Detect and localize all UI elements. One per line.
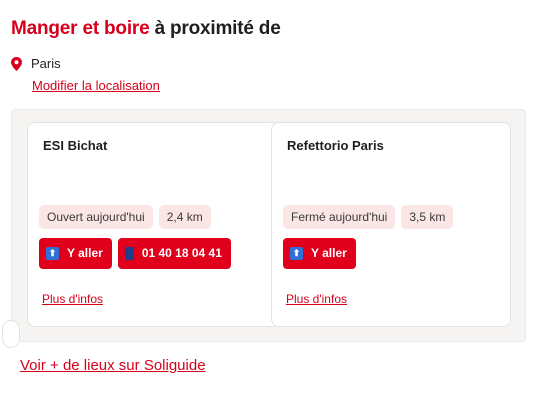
carousel-prev-button[interactable] — [2, 320, 20, 348]
phone-button-label: 01 40 18 04 41 — [141, 246, 222, 260]
map-pin-icon — [11, 56, 22, 71]
arrow-up-icon: ⬆ — [290, 247, 303, 260]
phone-icon — [124, 247, 134, 260]
distance-badge: 3,5 km — [401, 205, 454, 229]
status-badge: Fermé aujourd'hui — [283, 205, 396, 229]
modify-location-link[interactable]: Modifier la localisation — [32, 78, 160, 93]
see-more-places-link[interactable]: Voir + de lieux sur Soliguide — [20, 357, 206, 374]
places-carousel: ESI Bichat Ouvert aujourd'hui 2,4 km ⬆ Y… — [2, 109, 526, 348]
place-badges: Ouvert aujourd'hui 2,4 km — [39, 205, 211, 229]
place-name: Refettorio Paris — [287, 138, 384, 153]
phone-button[interactable]: 01 40 18 04 41 — [117, 238, 231, 269]
more-info-link[interactable]: Plus d'infos — [286, 292, 347, 306]
section-title: Manger et boire à proximité de — [11, 18, 281, 40]
arrow-up-icon: ⬆ — [46, 247, 59, 260]
more-info-link[interactable]: Plus d'infos — [42, 292, 103, 306]
place-actions: ⬆ Y aller — [283, 238, 356, 269]
title-accent: Manger et boire — [11, 18, 150, 39]
go-button[interactable]: ⬆ Y aller — [39, 238, 112, 269]
place-badges: Fermé aujourd'hui 3,5 km — [283, 205, 454, 229]
location-name: Paris — [31, 56, 61, 71]
go-button[interactable]: ⬆ Y aller — [283, 238, 356, 269]
place-actions: ⬆ Y aller 01 40 18 04 41 — [39, 238, 231, 269]
place-card: ESI Bichat Ouvert aujourd'hui 2,4 km ⬆ Y… — [27, 122, 280, 327]
title-rest: à proximité de — [149, 18, 281, 39]
distance-badge: 2,4 km — [158, 205, 211, 229]
place-name: ESI Bichat — [43, 138, 108, 153]
status-badge: Ouvert aujourd'hui — [39, 205, 153, 229]
place-card: Refettorio Paris Fermé aujourd'hui 3,5 k… — [271, 122, 511, 327]
location-row: Paris — [11, 56, 61, 71]
go-button-label: Y aller — [311, 246, 347, 260]
go-button-label: Y aller — [67, 246, 103, 260]
